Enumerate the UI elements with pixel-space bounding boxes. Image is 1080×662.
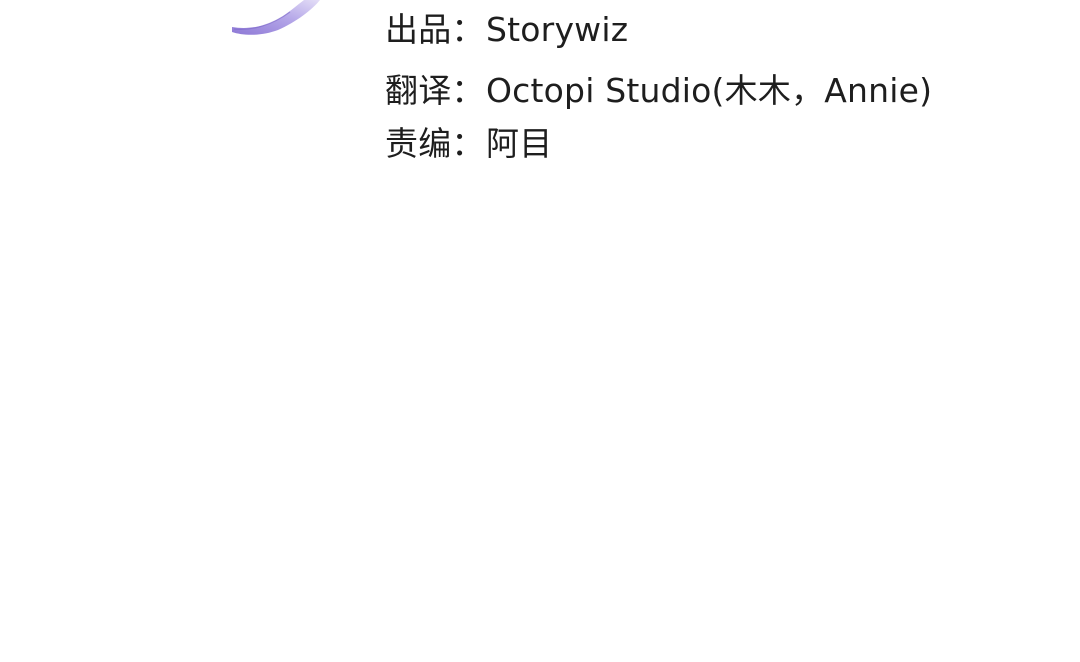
credit-translator-value: Octopi Studio(木木，Annie)	[486, 71, 933, 110]
credit-producer-label: 出品：	[385, 10, 485, 49]
credit-editor-label: 责编：	[385, 124, 485, 163]
feather-icon	[232, 0, 320, 35]
credit-editor-value: 阿目	[486, 124, 553, 163]
credit-translator-label: 翻译：	[385, 71, 485, 110]
credit-editor: 责编：阿目	[385, 124, 552, 164]
credits-page: 出品：Storywiz 翻译：Octopi Studio(木木，Annie) 责…	[0, 0, 1080, 662]
credit-translator: 翻译：Octopi Studio(木木，Annie)	[385, 71, 932, 111]
credit-producer-value: Storywiz	[486, 10, 629, 49]
credit-producer: 出品：Storywiz	[385, 10, 628, 50]
